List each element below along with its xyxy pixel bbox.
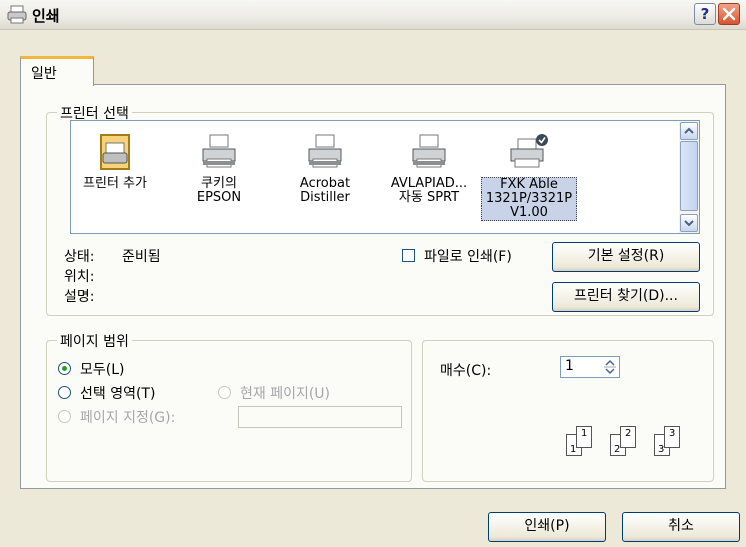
range-selection-label[interactable]: 선택 영역(T) (80, 383, 155, 403)
printer-label: 쿠키의 (201, 176, 237, 191)
printer-label: FXK Able (481, 177, 577, 192)
add-printer-icon (100, 134, 130, 170)
spin-arrows-icon[interactable] (603, 359, 617, 375)
printer-label: 1321P/3321P (481, 192, 577, 206)
copies-value: 1 (565, 358, 574, 374)
printer-icon (7, 5, 27, 24)
chevron-up-icon (684, 127, 694, 134)
scroll-thumb[interactable] (680, 141, 698, 211)
help-button[interactable]: ? (694, 3, 716, 25)
printer-list-scrollbar[interactable] (679, 121, 699, 233)
printer-label: 프린터 추가 (83, 176, 147, 191)
printer-item-acrobat[interactable]: Acrobat Distiller (281, 125, 369, 229)
scroll-down-button[interactable] (680, 214, 698, 232)
range-all-label[interactable]: 모두(L) (80, 359, 124, 379)
printer-list[interactable]: 프린터 추가 쿠키의 EPSON Acrobat Distiller AVLAP… (70, 120, 700, 234)
collate-page: 3 (664, 426, 680, 448)
find-printer-button[interactable]: 프린터 찾기(D)... (552, 282, 700, 312)
pages-input[interactable] (238, 406, 402, 428)
title-bar[interactable]: 인쇄 ? (0, 0, 746, 30)
close-button[interactable] (718, 3, 740, 25)
close-icon (722, 7, 736, 21)
printer-label: Distiller (300, 190, 350, 205)
help-icon: ? (700, 5, 710, 23)
collate-page: 1 (576, 426, 592, 448)
print-to-file-label[interactable]: 파일로 인쇄(F) (424, 246, 512, 266)
comment-label: 설명: (64, 289, 95, 305)
printer-label: EPSON (196, 190, 242, 205)
cancel-button[interactable]: 취소 (622, 512, 740, 542)
copies-stepper[interactable]: 1 (560, 356, 620, 378)
range-current-page-label[interactable]: 현재 페이지(U) (240, 383, 330, 403)
printer-icon (412, 134, 446, 168)
print-button[interactable]: 인쇄(P) (488, 512, 606, 542)
location-label: 위치: (64, 269, 95, 285)
range-selection-radio[interactable] (58, 386, 71, 399)
printer-label: 자동 SPRT (398, 190, 460, 205)
printer-label: AVLAPIAD... (390, 176, 468, 191)
status-label: 상태: (64, 249, 95, 265)
copies-label: 매수(C): (440, 363, 492, 379)
status-value: 준비됨 (122, 249, 161, 265)
printer-item-avlapiad[interactable]: AVLAPIAD... 자동 SPRT (385, 125, 473, 229)
chevron-down-icon (684, 220, 694, 227)
collate-preview: 1 1 2 2 3 3 (566, 424, 696, 458)
printer-label: V1.00 (481, 206, 577, 221)
collate-page: 2 (620, 426, 636, 448)
range-all-radio[interactable] (58, 362, 71, 375)
preferences-button[interactable]: 기본 설정(R) (552, 242, 700, 272)
print-to-file-checkbox[interactable] (402, 249, 415, 262)
range-pages-radio[interactable] (58, 410, 71, 423)
tab-general[interactable]: 일반 (20, 56, 94, 86)
default-printer-icon (510, 134, 548, 168)
range-pages-label[interactable]: 페이지 지정(G): (80, 407, 175, 427)
range-current-page-radio[interactable] (218, 386, 231, 399)
print-dialog: 인쇄 ? 일반 프린터 선택 프린터 추가 쿠키의 EPSON Acrobat … (0, 0, 746, 547)
printer-icon (202, 134, 236, 168)
printer-item-epson[interactable]: 쿠키의 EPSON (175, 125, 263, 229)
window-title: 인쇄 (32, 7, 60, 25)
page-range-legend: 페이지 범위 (57, 331, 132, 351)
printer-item-fxk[interactable]: FXK Able 1321P/3321P V1.00 (481, 125, 577, 229)
printer-label: Acrobat (299, 176, 351, 191)
printer-icon (308, 134, 342, 168)
tab-label: 일반 (31, 66, 57, 82)
printer-item-add[interactable]: 프린터 추가 (71, 125, 159, 229)
scroll-up-button[interactable] (680, 122, 698, 140)
